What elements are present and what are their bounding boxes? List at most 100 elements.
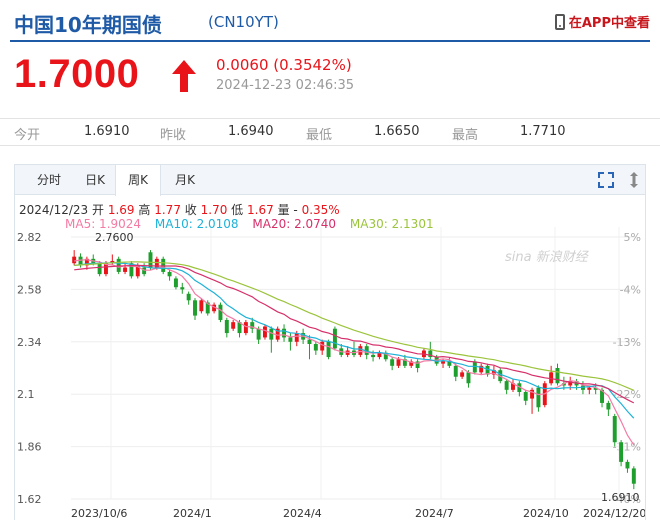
candle-body <box>371 354 376 358</box>
candle-body <box>243 322 248 334</box>
open-in-app-label: 在APP中查看 <box>568 16 650 31</box>
x-tick-label: 2024/10 <box>523 507 569 520</box>
page-header: 中国10年期国债 (CN10YT) 在APP中查看 <box>0 0 660 42</box>
close-label: 收 <box>184 203 197 217</box>
y-tick-label: 2.1 <box>17 388 35 401</box>
candle-body <box>625 461 630 469</box>
volume-value: - <box>293 203 298 217</box>
stat-value: 1.7710 <box>520 124 566 139</box>
candle-body <box>504 381 509 390</box>
last-annotation: 1.6910 <box>601 491 640 504</box>
stat-label: 最高 <box>452 128 479 143</box>
candle-body <box>453 365 458 377</box>
ma10-legend: MA10: 2.0108 <box>154 217 239 231</box>
candle-body <box>72 256 77 264</box>
candle-body <box>161 258 166 272</box>
candle-body <box>142 267 147 275</box>
candle-body <box>320 341 325 351</box>
ma-legend: MA5: 1.9024 MA10: 2.0108 MA20: 2.0740 MA… <box>65 217 444 231</box>
phone-icon <box>554 13 565 30</box>
candle-body <box>536 387 541 408</box>
pct-tick-label: 5% <box>624 231 641 244</box>
low-label: 低 <box>231 203 244 217</box>
pct-tick-label: -4% <box>620 283 641 296</box>
open-label: 开 <box>92 203 105 217</box>
high-label: 高 <box>138 203 151 217</box>
candle-body <box>332 328 337 349</box>
y-tick-label: 2.58 <box>17 283 42 296</box>
candle-body <box>441 361 446 364</box>
low-value: 1.67 <box>247 203 274 217</box>
candle-body <box>288 337 293 342</box>
x-tick-label: 2024/4 <box>283 507 322 520</box>
candle-body <box>193 300 197 316</box>
ma-line-ma30 <box>74 261 635 391</box>
watermark-logo: sina 新浪财经 <box>505 249 590 265</box>
candle-body <box>256 328 261 340</box>
y-tick-label: 1.86 <box>17 441 42 454</box>
open-value: 1.69 <box>107 203 135 217</box>
y-tick-label: 2.34 <box>17 336 42 349</box>
pct-change-value: 0.35% <box>301 203 340 217</box>
high-value: 1.77 <box>154 203 181 217</box>
candle-body <box>555 368 560 384</box>
volume-label: 量 <box>277 203 290 217</box>
stat-label: 最低 <box>306 128 333 143</box>
candle-body <box>231 322 236 329</box>
candle-body <box>466 372 471 384</box>
candle-body <box>167 271 172 277</box>
ma-line-ma5 <box>74 259 635 446</box>
stat-value: 1.6910 <box>84 124 130 139</box>
max-annotation: 2.7600 <box>95 231 134 244</box>
price-change: 0.0060 (0.3542%) <box>216 56 352 74</box>
candle-body <box>294 333 299 342</box>
stat-value: 1.6940 <box>228 124 274 139</box>
candle-body <box>619 442 624 462</box>
page-title: 中国10年期国债 <box>14 13 162 37</box>
candle-body <box>123 267 128 272</box>
candle-body <box>587 387 592 390</box>
x-tick-label: 2024/7 <box>415 507 454 520</box>
candle-body <box>313 343 318 351</box>
x-tick-label: 2023/10/6 <box>71 507 127 520</box>
candle-body <box>396 359 401 366</box>
kline-date: 2024/12/23 <box>19 203 89 217</box>
candle-body <box>262 326 267 338</box>
kline-info: 2024/12/23 开 1.69 高 1.77 收 1.70 低 1.67 量… <box>19 201 340 218</box>
y-tick-label: 2.82 <box>17 231 42 244</box>
stat-label: 昨收 <box>160 128 187 143</box>
close-value: 1.70 <box>200 203 228 217</box>
candle-body <box>180 287 185 290</box>
candle-body <box>460 372 465 377</box>
x-tick-label: 2024/1 <box>173 507 212 520</box>
candle-body <box>326 341 331 358</box>
ma20-legend: MA20: 2.0740 <box>252 217 337 231</box>
y-tick-label: 1.62 <box>17 493 42 506</box>
header-divider <box>10 40 650 42</box>
candle-body <box>606 402 611 410</box>
candle-body <box>186 293 191 301</box>
open-in-app-link[interactable]: 在APP中查看 <box>554 12 650 31</box>
candle-body <box>390 359 395 366</box>
instrument-code: (CN10YT) <box>208 13 279 31</box>
candle-body <box>199 300 204 312</box>
candle-body <box>523 392 528 401</box>
quote-timestamp: 2024-12-23 02:46:35 <box>216 78 355 93</box>
kline-panel: 分时 日K 周K 月K 2.82 5% 2.58 -4% 2.34 -13% 2.1 -22%… <box>14 164 646 520</box>
candle-body <box>612 416 617 443</box>
pct-tick-label: -31% <box>613 441 641 454</box>
stat-value: 1.6650 <box>374 124 420 139</box>
pct-tick-label: -13% <box>613 336 641 349</box>
current-price: 1.7000 <box>14 52 140 96</box>
candle-body <box>218 304 223 320</box>
ma5-legend: MA5: 1.9024 <box>65 217 142 231</box>
candle-body <box>631 468 636 484</box>
stat-label: 今开 <box>14 128 41 143</box>
ma30-legend: MA30: 2.1301 <box>349 217 434 231</box>
candle-body <box>358 346 363 355</box>
candle-body <box>549 372 554 384</box>
up-arrow-icon <box>172 60 196 92</box>
candle-body <box>224 319 229 334</box>
x-tick-label: 2024/12/20 <box>583 507 645 520</box>
candle-body <box>307 339 312 344</box>
